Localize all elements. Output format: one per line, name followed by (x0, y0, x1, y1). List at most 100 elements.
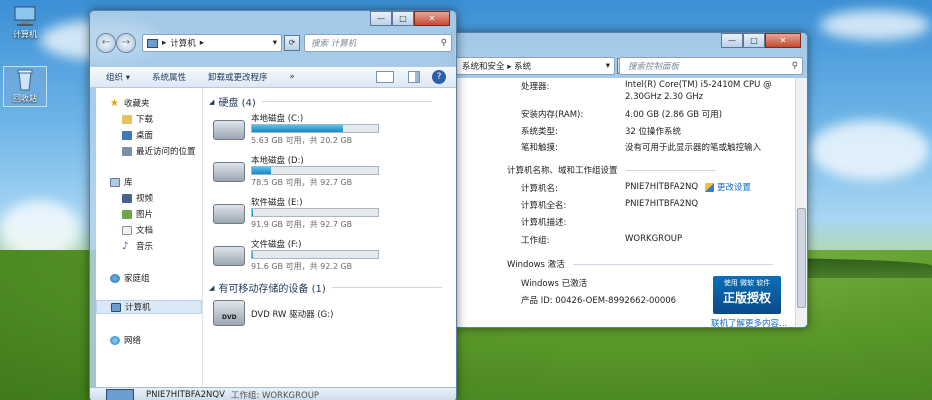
drive-usage-bar (251, 166, 379, 175)
cloud (820, 10, 930, 40)
drive-name: DVD RW 驱动器 (G:) (251, 310, 334, 320)
address-bar[interactable]: 系统和安全 ▸ 系统 ▾ (455, 57, 615, 75)
nav-label: 下载 (136, 115, 154, 125)
scrollbar[interactable] (795, 78, 807, 327)
content-pane: ◢ 硬盘 (4) 本地磁盘 (C:) 5.63 GB 可用，共 20.2 GB … (203, 88, 456, 400)
nav-homegroup[interactable]: 家庭组 (110, 272, 150, 284)
desktop-icon-recycle-bin[interactable]: 回收站 (3, 66, 47, 107)
forward-button[interactable]: → (116, 33, 136, 53)
nav-label: 库 (124, 178, 133, 188)
label-ram: 安装内存(RAM): (521, 110, 584, 120)
nav-recent[interactable]: 最近访问的位置 (122, 145, 196, 157)
close-button[interactable]: ✕ (414, 11, 450, 26)
search-input[interactable]: 搜索控制面板 ⚲ (619, 57, 803, 75)
nav-music[interactable]: ♪ 音乐 (122, 240, 153, 252)
section-title: 计算机名称、域和工作组设置 (507, 166, 618, 176)
nav-videos[interactable]: 视频 (122, 192, 153, 204)
hard-drive-icon (213, 246, 245, 266)
nav-favorites[interactable]: ★ 收藏夹 (110, 97, 150, 109)
folder-icon (122, 114, 132, 124)
nav-computer[interactable]: 计算机 (96, 300, 202, 314)
refresh-button[interactable]: ⟳ (284, 35, 300, 51)
maximize-button[interactable]: □ (743, 33, 765, 48)
help-icon[interactable]: ? (432, 70, 446, 84)
nav-label: 视频 (136, 194, 154, 204)
nav-libraries[interactable]: 库 (110, 176, 133, 188)
back-arrow-icon: ← (101, 37, 111, 48)
breadcrumb-separator: ▸ (199, 38, 205, 48)
drive-free-space: 91.6 GB 可用，共 92.2 GB (251, 262, 353, 271)
system-properties-button[interactable]: 系统属性 (152, 71, 186, 83)
change-settings-link[interactable]: 更改设置 (705, 181, 751, 193)
scrollbar-thumb[interactable] (797, 208, 806, 308)
more-commands-button[interactable]: » (290, 72, 295, 82)
nav-label: 音乐 (136, 242, 154, 252)
value-full-name: PNIE7HITBFA2NQ (625, 199, 699, 209)
dvd-badge: DVD (222, 314, 237, 321)
windows-drive-icon (213, 120, 245, 140)
nav-downloads[interactable]: 下载 (122, 113, 153, 125)
value-processor: Intel(R) Core(TM) i5-2410M CPU @ (625, 80, 772, 90)
genuine-badge-top: 使用 微软 软件 (723, 279, 771, 287)
recycle-bin-icon (12, 69, 38, 91)
status-computer-name: PNIE7HITBFA2NQV (146, 389, 225, 400)
maximize-button[interactable]: □ (392, 11, 414, 26)
nav-pictures[interactable]: 图片 (122, 208, 153, 220)
chevron-down-icon[interactable]: ▾ (273, 38, 277, 48)
collapse-icon: ◢ (209, 97, 215, 106)
document-icon (122, 225, 132, 235)
search-icon[interactable]: ⚲ (441, 38, 447, 48)
value-computer-name: PNIE7HITBFA2NQ (625, 182, 699, 192)
close-button[interactable]: ✕ (765, 33, 801, 48)
genuine-badge-main: 正版授权 (722, 291, 771, 305)
uninstall-program-button[interactable]: 卸载或更改程序 (208, 71, 268, 83)
system-window[interactable]: — □ ✕ 系统和安全 ▸ 系统 ▾ ⟳ 搜索控制面板 ⚲ 处理器: Intel… (454, 32, 808, 328)
drive-usage-fill (252, 209, 254, 216)
desktop-icon-label: 计算机 (13, 30, 37, 39)
command-bar: 组织 ▾ 系统属性 卸载或更改程序 » ? (90, 66, 456, 88)
group-hard-drives[interactable]: ◢ 硬盘 (4) (209, 94, 432, 109)
drive-usage-bar (251, 208, 379, 217)
drive-free-space: 78.5 GB 可用，共 92.7 GB (251, 178, 353, 187)
address-bar[interactable]: ▸ 计算机 ▸ ▾ (142, 34, 282, 52)
system-content: 处理器: Intel(R) Core(TM) i5-2410M CPU @ 2.… (455, 78, 795, 327)
search-icon[interactable]: ⚲ (792, 61, 798, 71)
nav-label: 图片 (136, 210, 154, 220)
drive-name: 文件磁盘 (F:) (251, 240, 302, 250)
explorer-window[interactable]: — □ ✕ ← → ▸ 计算机 ▸ ▾ ⟳ 搜索 计算机 ⚲ 组织 ▾ 系统属性… (89, 10, 457, 400)
label-system-type: 系统类型: (521, 127, 558, 137)
nav-label: 桌面 (136, 131, 154, 141)
status-bar: PNIE7HITBFA2NQV 工作组: WORKGROUP (90, 387, 456, 400)
group-removable[interactable]: ◢ 有可移动存储的设备 (1) (209, 280, 442, 295)
section-computer-name: 计算机名称、域和工作组设置 (507, 164, 716, 176)
caption-buttons: — □ ✕ (721, 33, 801, 48)
dvd-drive-icon: DVD (213, 300, 245, 326)
nav-desktop[interactable]: 桌面 (122, 129, 153, 141)
nav-label: 最近访问的位置 (136, 147, 196, 157)
value-ram: 4.00 GB (2.86 GB 可用) (625, 110, 723, 120)
learn-more-link[interactable]: 联机了解更多内容... (711, 317, 787, 327)
nav-label: 家庭组 (124, 274, 150, 284)
breadcrumb[interactable]: 计算机 (170, 37, 196, 49)
view-options-icon[interactable] (376, 71, 394, 83)
nav-documents[interactable]: 文档 (122, 224, 153, 236)
computer-icon (106, 389, 134, 400)
chevron-down-icon[interactable]: ▾ (606, 61, 610, 71)
value-processor-speed: 2.30GHz 2.30 GHz (625, 92, 704, 102)
section-activation: Windows 激活 (507, 258, 773, 270)
desktop-icon-computer[interactable]: 计算机 (3, 5, 47, 40)
back-button[interactable]: ← (96, 33, 116, 53)
preview-pane-icon[interactable] (408, 71, 420, 83)
organize-button[interactable]: 组织 ▾ (106, 71, 130, 83)
nav-network[interactable]: 网络 (110, 334, 141, 346)
product-id: 产品 ID: 00426-OEM-8992662-00006 (521, 296, 677, 306)
library-icon (110, 177, 120, 187)
search-input[interactable]: 搜索 计算机 ⚲ (304, 34, 452, 52)
genuine-badge[interactable]: 使用 微软 软件 正版授权 (713, 276, 781, 314)
drive-free-space: 91.9 GB 可用，共 92.7 GB (251, 220, 353, 229)
desktop-icon (122, 130, 132, 140)
drive-name: 本地磁盘 (C:) (251, 114, 304, 124)
search-placeholder: 搜索 计算机 (311, 39, 357, 49)
minimize-button[interactable]: — (370, 11, 392, 26)
minimize-button[interactable]: — (721, 33, 743, 48)
